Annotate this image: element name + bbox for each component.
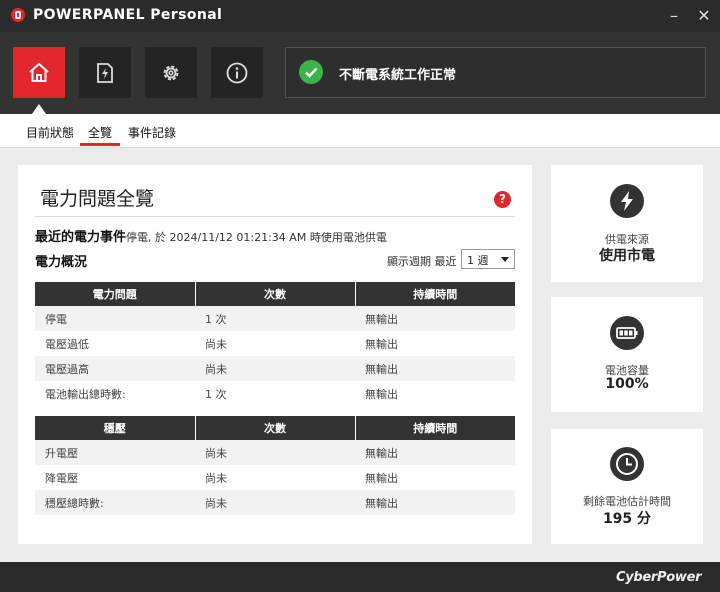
tab-overview[interactable]: 全覽 xyxy=(88,124,112,141)
power-source-value: 使用市電 xyxy=(599,248,655,264)
help-icon[interactable]: ? xyxy=(494,191,511,208)
minimize-button[interactable]: – xyxy=(664,6,684,26)
active-tab-indicator xyxy=(80,143,120,146)
table-cell: 穩壓總時數: xyxy=(35,490,195,515)
column-header: 持續時間 xyxy=(354,282,515,306)
recent-event-detail: 停電, 於 2024/11/12 01:21:34 AM 時使用電池供電 xyxy=(126,231,387,244)
runtime-label: 剩餘電池估計時間 xyxy=(583,495,671,508)
gear-icon xyxy=(163,65,179,80)
close-button[interactable]: ✕ xyxy=(694,6,714,26)
active-nav-pointer xyxy=(32,104,46,114)
title-bar: POWERPANEL Personal – ✕ xyxy=(0,0,720,32)
table-cell: 電壓過高 xyxy=(35,356,195,381)
table-cell: 停電 xyxy=(35,306,195,331)
table-cell: 尚未 xyxy=(195,356,355,381)
table-row: 升電壓 尚未 無輸出 xyxy=(35,440,515,465)
info-icon xyxy=(226,62,248,83)
table-cell: 尚未 xyxy=(195,490,355,515)
voltage-regulation-table: 穩壓 次數 持續時間 升電壓 尚未 無輸出 降電壓 尚未 無輸出 穩壓總時數: … xyxy=(35,416,515,515)
table-cell: 電壓過低 xyxy=(35,331,195,356)
power-source-card: 供電來源 使用市電 xyxy=(551,165,703,282)
table-row: 降電壓 尚未 無輸出 xyxy=(35,465,515,490)
table-cell: 無輸出 xyxy=(355,356,515,381)
recent-event: 最近的電力事件停電, 於 2024/11/12 01:21:34 AM 時使用電… xyxy=(35,226,387,245)
nav-home-button[interactable] xyxy=(13,47,65,98)
tab-bar: 目前狀態 全覽 事件記錄 xyxy=(0,114,720,148)
divider xyxy=(35,216,515,217)
period-label: 顯示週期 最近 xyxy=(387,255,457,268)
nav-info-button[interactable] xyxy=(211,47,263,98)
column-header: 持續時間 xyxy=(354,416,515,440)
table-cell: 1 次 xyxy=(195,381,355,406)
table-cell: 無輸出 xyxy=(355,381,515,406)
table-cell: 無輸出 xyxy=(355,331,515,356)
table-row: 電池輸出總時數: 1 次 無輸出 xyxy=(35,381,515,406)
tab-current-status[interactable]: 目前狀態 xyxy=(26,124,74,141)
column-header: 次數 xyxy=(194,416,355,440)
table-cell: 尚未 xyxy=(195,440,355,465)
battery-icon xyxy=(610,316,644,350)
check-icon xyxy=(299,60,323,84)
footer: CyberPower xyxy=(0,562,720,592)
battery-capacity-value: 100% xyxy=(605,376,649,392)
column-header: 電力問題 xyxy=(35,282,195,306)
table-cell: 升電壓 xyxy=(35,440,195,465)
table-cell: 電池輸出總時數: xyxy=(35,381,195,406)
overview-label: 電力概況 xyxy=(35,255,88,270)
table-cell: 無輸出 xyxy=(355,465,515,490)
tab-event-log[interactable]: 事件記錄 xyxy=(128,124,176,141)
status-banner: 不斷電系統工作正常 xyxy=(285,47,706,98)
table-row: 停電 1 次 無輸出 xyxy=(35,306,515,331)
clock-icon xyxy=(610,447,644,481)
table-cell: 尚未 xyxy=(195,331,355,356)
period-value: 1 週 xyxy=(467,254,489,267)
status-text: 不斷電系統工作正常 xyxy=(339,68,457,83)
top-navigation: 不斷電系統工作正常 xyxy=(0,32,720,114)
table-cell: 尚未 xyxy=(195,465,355,490)
runtime-value: 195 分 xyxy=(602,511,652,527)
table-cell: 無輸出 xyxy=(355,490,515,515)
table-row: 電壓過高 尚未 無輸出 xyxy=(35,356,515,381)
runtime-card: 剩餘電池估計時間 195 分 xyxy=(551,429,703,544)
home-icon xyxy=(29,62,49,82)
nav-settings-button[interactable] xyxy=(145,47,197,98)
lightning-icon xyxy=(610,184,644,218)
power-problem-panel: 電力問題全覽 ? 最近的電力事件停電, 於 2024/11/12 01:21:3… xyxy=(18,165,532,544)
column-header: 次數 xyxy=(194,282,355,306)
nav-power-button[interactable] xyxy=(79,47,131,98)
table-row: 電壓過低 尚未 無輸出 xyxy=(35,331,515,356)
table-cell: 1 次 xyxy=(195,306,355,331)
table-cell: 無輸出 xyxy=(355,440,515,465)
battery-capacity-card: 電池容量 100% xyxy=(551,297,703,412)
app-logo xyxy=(11,8,25,22)
period-dropdown[interactable]: 1 週 xyxy=(461,249,515,269)
brand-logo: CyberPower xyxy=(616,570,702,585)
power-problem-table: 電力問題 次數 持續時間 停電 1 次 無輸出 電壓過低 尚未 無輸出 電壓過高… xyxy=(35,282,515,406)
table-row: 穩壓總時數: 尚未 無輸出 xyxy=(35,490,515,515)
panel-title: 電力問題全覽 xyxy=(40,188,155,210)
column-header: 穩壓 xyxy=(35,416,195,440)
app-title: POWERPANEL Personal xyxy=(33,7,223,23)
table-cell: 無輸出 xyxy=(355,306,515,331)
chevron-down-icon xyxy=(501,257,509,262)
power-document-icon xyxy=(97,62,113,83)
recent-event-label: 最近的電力事件 xyxy=(35,230,127,245)
table-cell: 降電壓 xyxy=(35,465,195,490)
